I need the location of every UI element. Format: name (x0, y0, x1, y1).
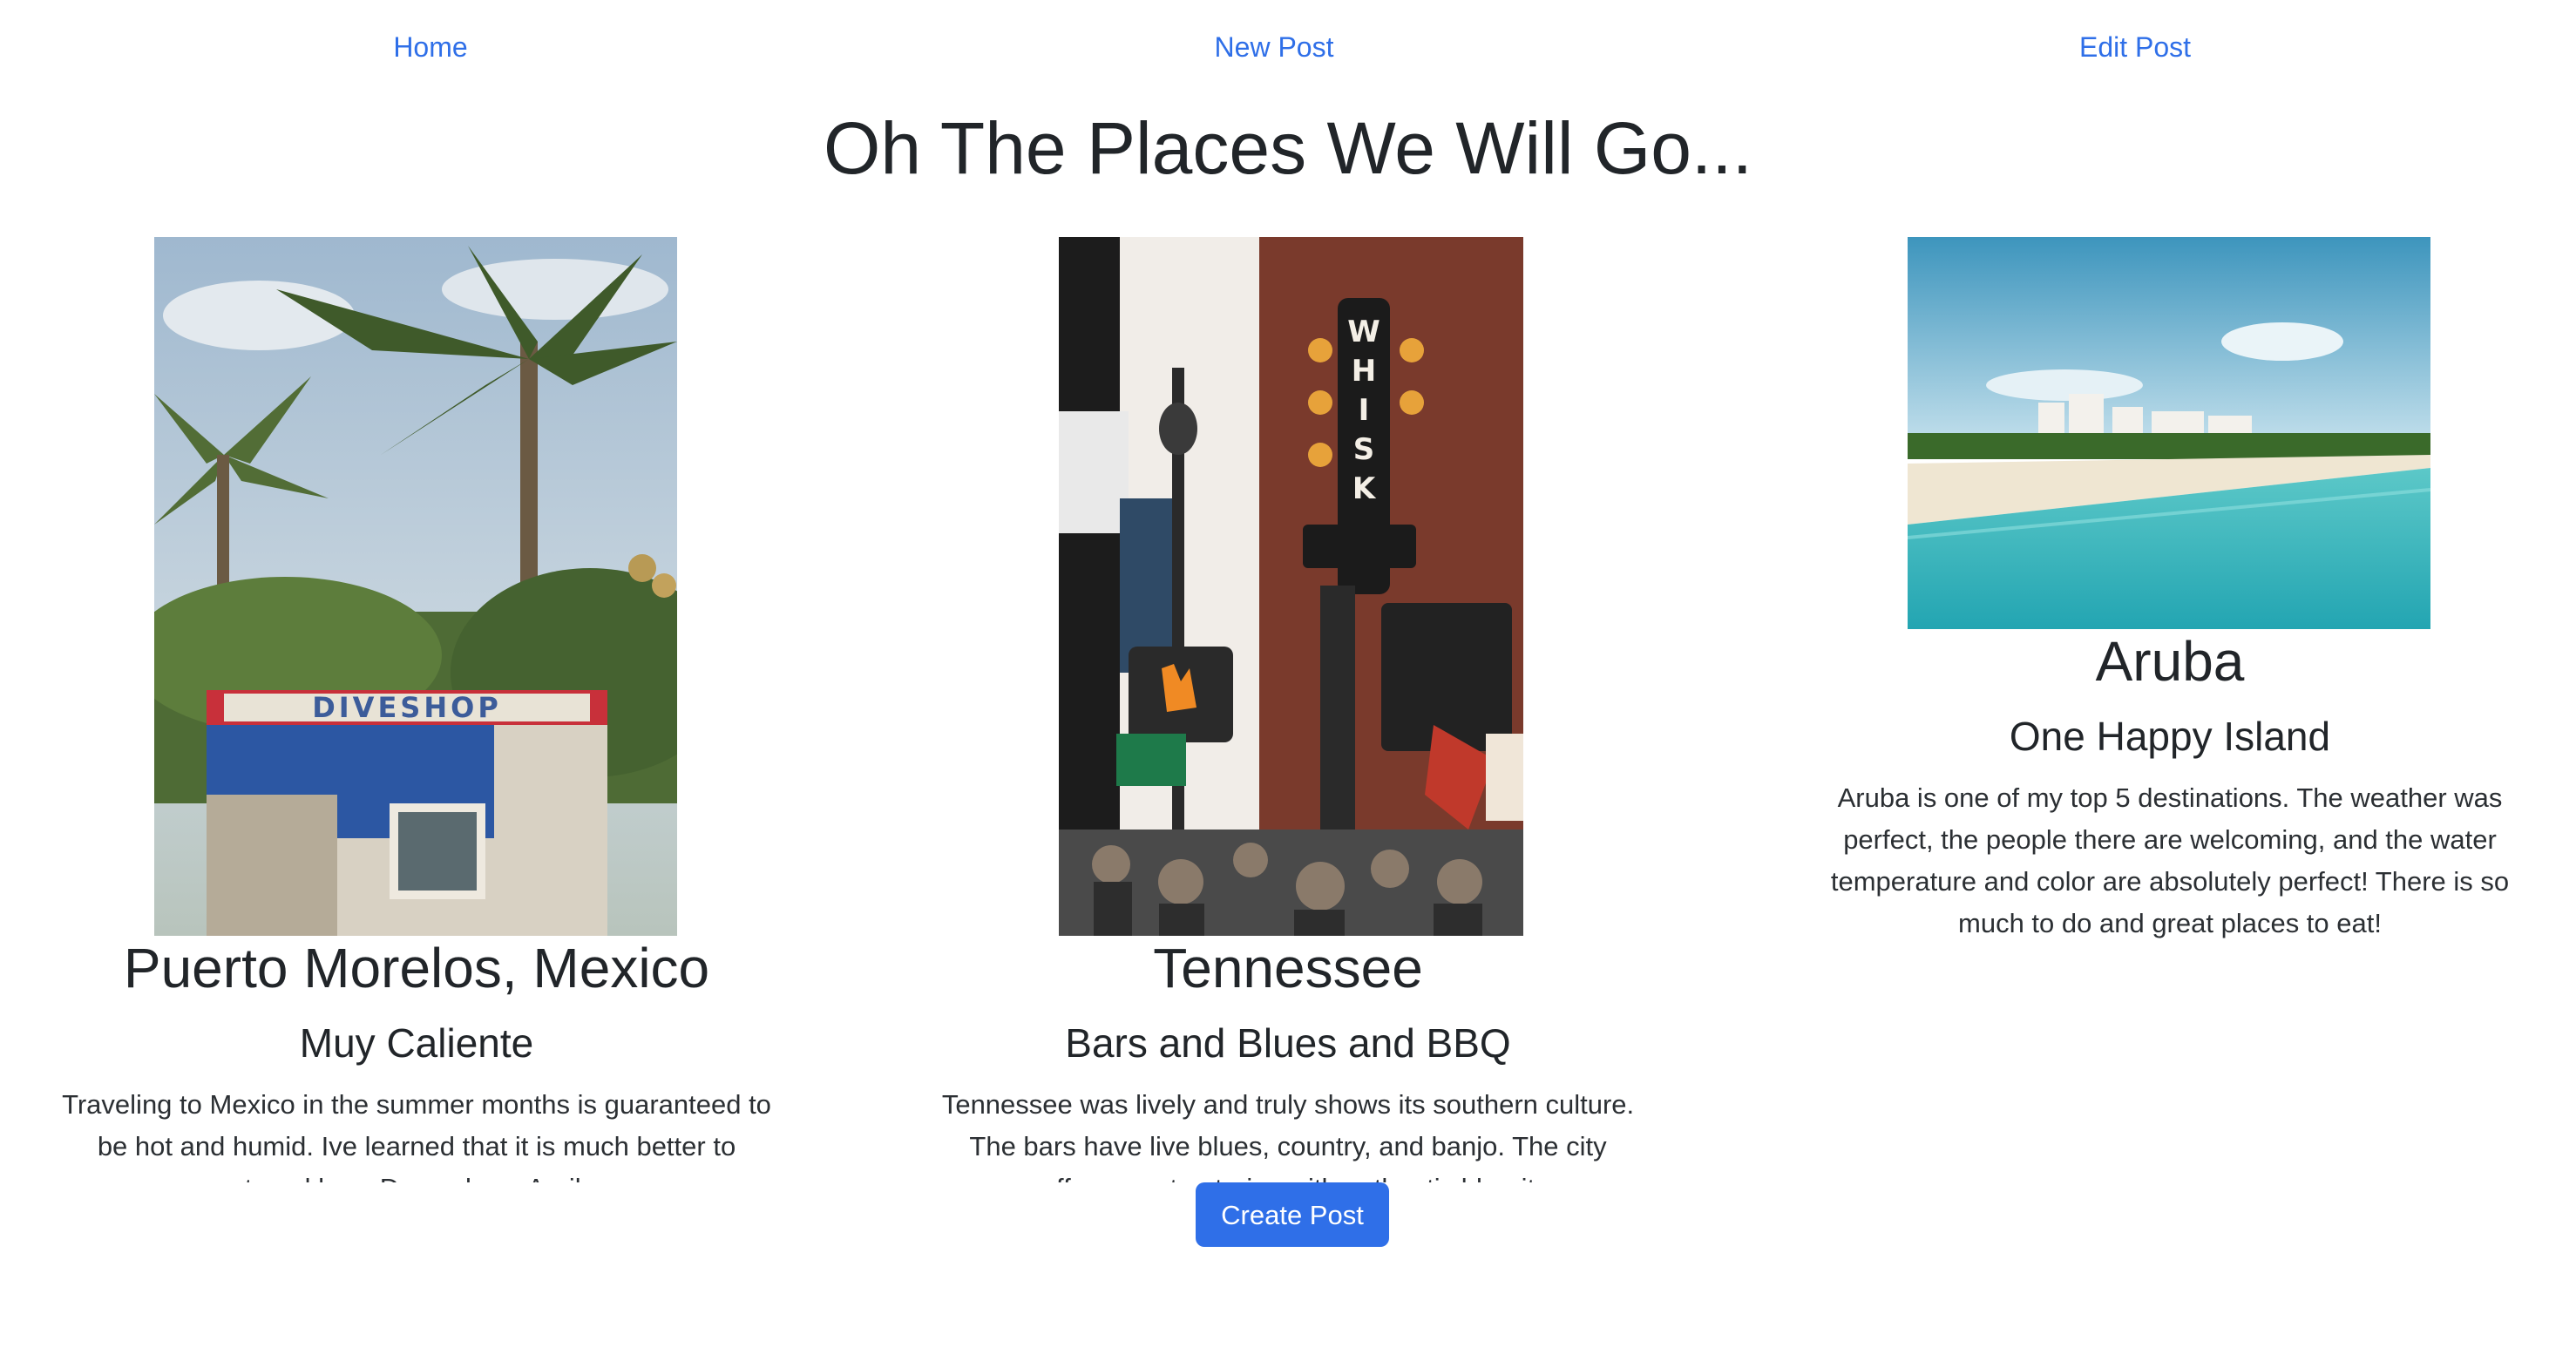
create-post-button[interactable]: Create Post (1196, 1182, 1389, 1247)
svg-text:K: K (1352, 471, 1377, 506)
post-image-aruba-beach (1908, 237, 2430, 629)
post-card-puerto-morelos: DIVESHOP Puerto Morelos, Mexico Muy Cali… (61, 237, 772, 1182)
nav-home-link[interactable]: Home (393, 31, 467, 64)
post-image-nashville-street: W H I S K (1059, 237, 1523, 936)
post-body: Traveling to Mexico in the summer months… (62, 1089, 771, 1182)
svg-text:W: W (1347, 315, 1380, 349)
post-subtitle: One Happy Island (2009, 714, 2331, 759)
post-subtitle: Muy Caliente (299, 1020, 534, 1066)
top-nav: Home New Post Edit Post (0, 0, 2576, 96)
post-card-aruba: Aruba One Happy Island Aruba is one of m… (1814, 237, 2525, 1021)
nav-edit-post-link[interactable]: Edit Post (2079, 31, 2191, 64)
post-subtitle: Bars and Blues and BBQ (1065, 1020, 1511, 1066)
post-card-tennessee: W H I S K Tennessee Bars and Blues and B… (932, 237, 1644, 1182)
post-body: Aruba is one of my top 5 destinations. T… (1830, 782, 2510, 938)
svg-text:H: H (1352, 354, 1376, 389)
svg-text:DIVESHOP: DIVESHOP (312, 691, 502, 724)
post-title: Tennessee (1153, 937, 1423, 999)
svg-text:I: I (1359, 393, 1370, 428)
post-body: Tennessee was lively and truly shows its… (941, 1089, 1635, 1182)
nav-new-post-link[interactable]: New Post (1215, 31, 1334, 64)
post-title: Aruba (2095, 630, 2245, 693)
svg-text:S: S (1353, 432, 1375, 467)
page-title: Oh The Places We Will Go... (824, 107, 1752, 189)
post-title: Puerto Morelos, Mexico (123, 937, 710, 999)
post-image-dive-shop: DIVESHOP (154, 237, 677, 936)
